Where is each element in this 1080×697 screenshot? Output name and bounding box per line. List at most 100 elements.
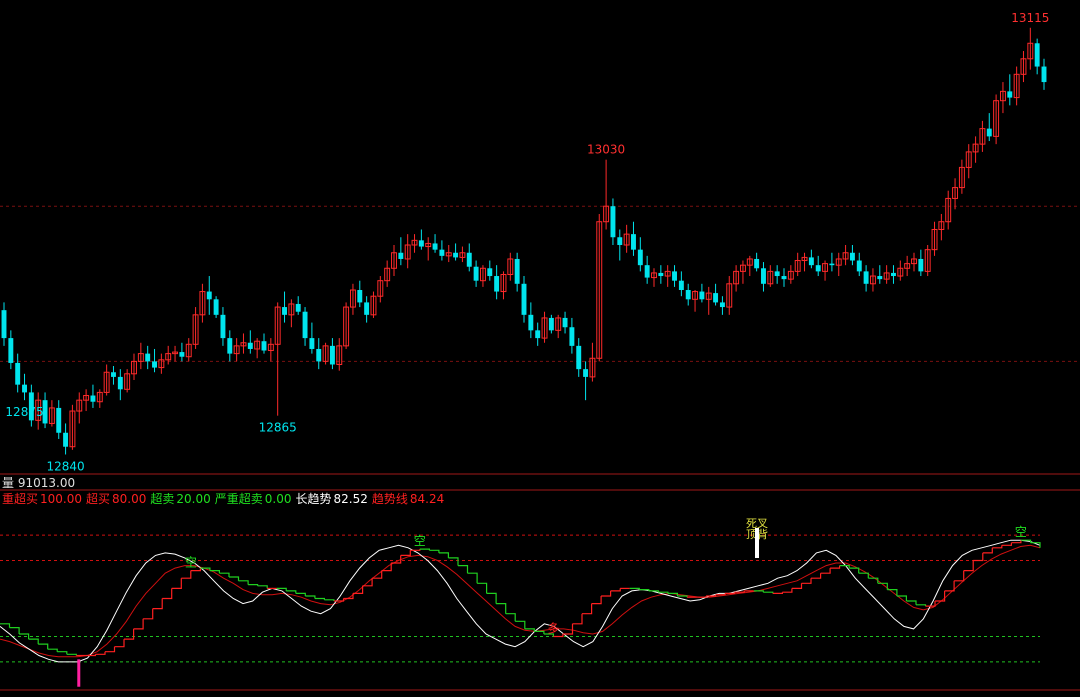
stair-step	[57, 651, 68, 655]
candle-body	[247, 342, 253, 349]
trend-line-series	[0, 544, 1041, 658]
price-annotation: 13115	[1011, 11, 1049, 25]
candle-body	[521, 283, 527, 315]
candle-body	[891, 272, 896, 277]
candle-body	[548, 317, 554, 331]
stair-step	[324, 599, 335, 601]
stair-step	[295, 592, 306, 596]
stair-step	[38, 643, 49, 650]
stair-step	[582, 603, 593, 615]
stair-step	[1001, 542, 1012, 546]
candle-body	[63, 432, 69, 447]
stair-step	[820, 568, 831, 574]
candle-body	[487, 268, 493, 277]
candle-body	[309, 338, 315, 349]
candle-body	[418, 240, 424, 247]
candle-body	[576, 345, 582, 370]
candle-body	[22, 384, 27, 393]
candle-body	[179, 352, 185, 357]
stair-step	[9, 627, 20, 634]
candle-body	[583, 369, 589, 377]
candle-body	[562, 317, 568, 328]
stair-step	[66, 653, 77, 656]
candle-body	[316, 348, 322, 362]
candle-body	[617, 237, 623, 245]
stair-step	[429, 549, 440, 553]
stair-step	[114, 639, 125, 648]
candle-body	[535, 330, 541, 339]
stair-step	[47, 648, 58, 652]
candle-body	[213, 299, 219, 315]
candle-body	[808, 257, 814, 266]
stair-step	[400, 550, 411, 556]
candle-body	[761, 268, 766, 284]
candle-body	[856, 260, 862, 272]
candle-body	[514, 258, 520, 284]
candle-body	[781, 276, 787, 280]
stair-step	[916, 604, 927, 607]
stair-step	[305, 595, 316, 599]
candle-body	[90, 395, 96, 402]
stair-step	[610, 588, 621, 592]
stair-step	[353, 585, 364, 594]
stair-step	[486, 592, 497, 604]
long-trend-series	[0, 539, 1041, 663]
stair-step	[973, 552, 984, 562]
candle-body	[1007, 91, 1013, 98]
stair-step	[105, 646, 116, 653]
stair-step	[811, 573, 822, 579]
candle-body	[774, 271, 780, 277]
stair-step	[467, 572, 478, 584]
stair-step	[591, 596, 602, 605]
candle-body	[145, 353, 151, 362]
stair-step	[314, 597, 325, 600]
stair-step	[858, 572, 869, 579]
candle-body	[473, 266, 479, 281]
stair-step	[763, 591, 774, 594]
stair-step	[133, 618, 144, 630]
stair-step	[906, 600, 917, 605]
stair-step	[28, 638, 39, 645]
price-annotation: 12865	[259, 421, 297, 435]
candle-body	[1, 310, 7, 339]
stair-step	[887, 589, 898, 596]
candle-body	[227, 338, 233, 354]
stair-step	[782, 588, 793, 593]
stair-step	[963, 560, 974, 572]
candle-body	[631, 234, 636, 250]
candle-body	[494, 276, 500, 292]
signal-marker: 多	[547, 622, 559, 636]
candle-body	[206, 291, 212, 300]
candle-body	[754, 258, 760, 269]
candle-body	[685, 290, 691, 300]
price-annotation: 12840	[46, 459, 84, 473]
candle-body	[658, 272, 664, 277]
candle-body	[117, 376, 123, 390]
stair-step	[419, 548, 430, 551]
candle-body	[220, 314, 226, 339]
candle-body	[699, 291, 705, 300]
stair-step	[772, 592, 783, 594]
candle-body	[849, 252, 855, 261]
top-divergence-bar	[755, 528, 759, 558]
candle-body	[111, 372, 116, 377]
stair-step	[677, 595, 688, 598]
candle-body	[364, 302, 370, 315]
stair-step	[954, 570, 965, 582]
signal-marker: 空	[1015, 525, 1027, 539]
candle-body	[357, 290, 363, 303]
chart-canvas[interactable]: 1311513030128651287512840空空多空死叉顶背	[0, 0, 1080, 697]
candle-body	[986, 128, 992, 137]
candle-body	[877, 276, 883, 280]
candle-body	[719, 302, 725, 308]
candle-body	[295, 303, 301, 312]
stair-step	[572, 613, 583, 625]
candle-body	[569, 327, 575, 346]
stair-step	[171, 578, 182, 589]
candle-body	[918, 258, 924, 272]
stair-step	[458, 565, 469, 574]
buy-signal-bar	[77, 659, 81, 687]
candle-body	[398, 252, 404, 259]
stair-step	[333, 598, 345, 602]
stair-step	[515, 620, 526, 629]
